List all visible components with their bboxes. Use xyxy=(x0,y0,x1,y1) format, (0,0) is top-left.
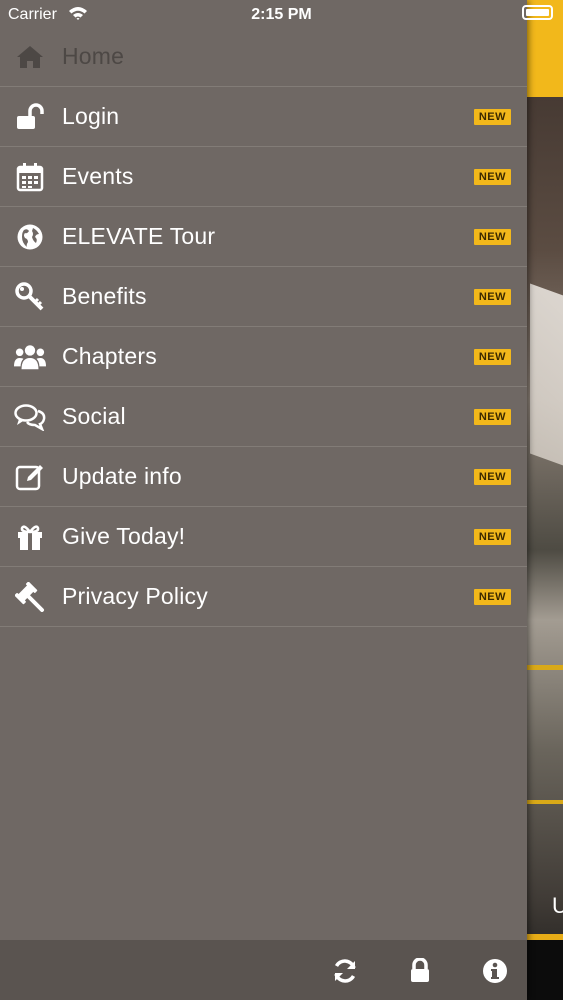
background-app-image xyxy=(530,283,563,467)
background-app-divider xyxy=(527,665,563,670)
new-badge: NEW xyxy=(473,529,511,545)
new-badge: NEW xyxy=(473,349,511,365)
info-icon[interactable] xyxy=(480,956,510,986)
menu-item-label: Update info xyxy=(62,463,182,489)
status-time: 2:15 PM xyxy=(251,6,312,23)
comments-icon xyxy=(14,401,46,433)
globe-icon xyxy=(14,221,46,253)
menu-item-login[interactable]: Login NEW xyxy=(0,87,527,147)
lock-icon[interactable] xyxy=(405,956,435,986)
battery-icon xyxy=(522,5,553,20)
unlock-icon xyxy=(14,101,46,133)
menu-item-label: Give Today! xyxy=(62,523,186,549)
gavel-icon xyxy=(14,581,46,613)
home-icon xyxy=(14,41,46,73)
new-badge: NEW xyxy=(473,109,511,125)
menu-item-social[interactable]: Social NEW xyxy=(0,387,527,447)
calendar-icon xyxy=(14,161,46,193)
new-badge: NEW xyxy=(473,409,511,425)
new-badge: NEW xyxy=(473,469,511,485)
menu-item-label: Login xyxy=(62,103,120,129)
background-app-divider xyxy=(527,800,563,804)
menu-item-label: Home xyxy=(62,43,125,69)
new-badge: NEW xyxy=(473,589,511,605)
background-app-text: U xyxy=(552,893,563,918)
menu-item-events[interactable]: Events NEW xyxy=(0,147,527,207)
menu-item-home[interactable]: Home xyxy=(0,27,527,87)
menu-item-label: Benefits xyxy=(62,283,147,309)
edit-icon xyxy=(14,461,46,493)
background-app-tabbar[interactable] xyxy=(527,940,563,1000)
side-drawer: Home Login NEW Events NEW ELEVATE Tour N… xyxy=(0,0,527,1000)
menu-item-label: Events xyxy=(62,163,134,189)
menu-item-benefits[interactable]: Benefits NEW xyxy=(0,267,527,327)
status-bar: Carrier 2:15 PM xyxy=(0,0,563,30)
menu-item-label: Social xyxy=(62,403,126,429)
key-icon xyxy=(14,281,46,313)
gift-icon xyxy=(14,521,46,553)
menu-item-elevate-tour[interactable]: ELEVATE Tour NEW xyxy=(0,207,527,267)
menu-item-chapters[interactable]: Chapters NEW xyxy=(0,327,527,387)
new-badge: NEW xyxy=(473,169,511,185)
menu-item-label: Privacy Policy xyxy=(62,583,208,609)
refresh-icon[interactable] xyxy=(330,956,360,986)
drawer-menu: Home Login NEW Events NEW ELEVATE Tour N… xyxy=(0,27,527,627)
menu-item-label: Chapters xyxy=(62,343,157,369)
new-badge: NEW xyxy=(473,229,511,245)
menu-item-privacy-policy[interactable]: Privacy Policy NEW xyxy=(0,567,527,627)
users-icon xyxy=(14,341,46,373)
menu-item-label: ELEVATE Tour xyxy=(62,223,216,249)
menu-item-give-today[interactable]: Give Today! NEW xyxy=(0,507,527,567)
background-app-screen xyxy=(527,0,563,1000)
drawer-toolbar xyxy=(0,940,527,1000)
menu-item-update-info[interactable]: Update info NEW xyxy=(0,447,527,507)
new-badge: NEW xyxy=(473,289,511,305)
